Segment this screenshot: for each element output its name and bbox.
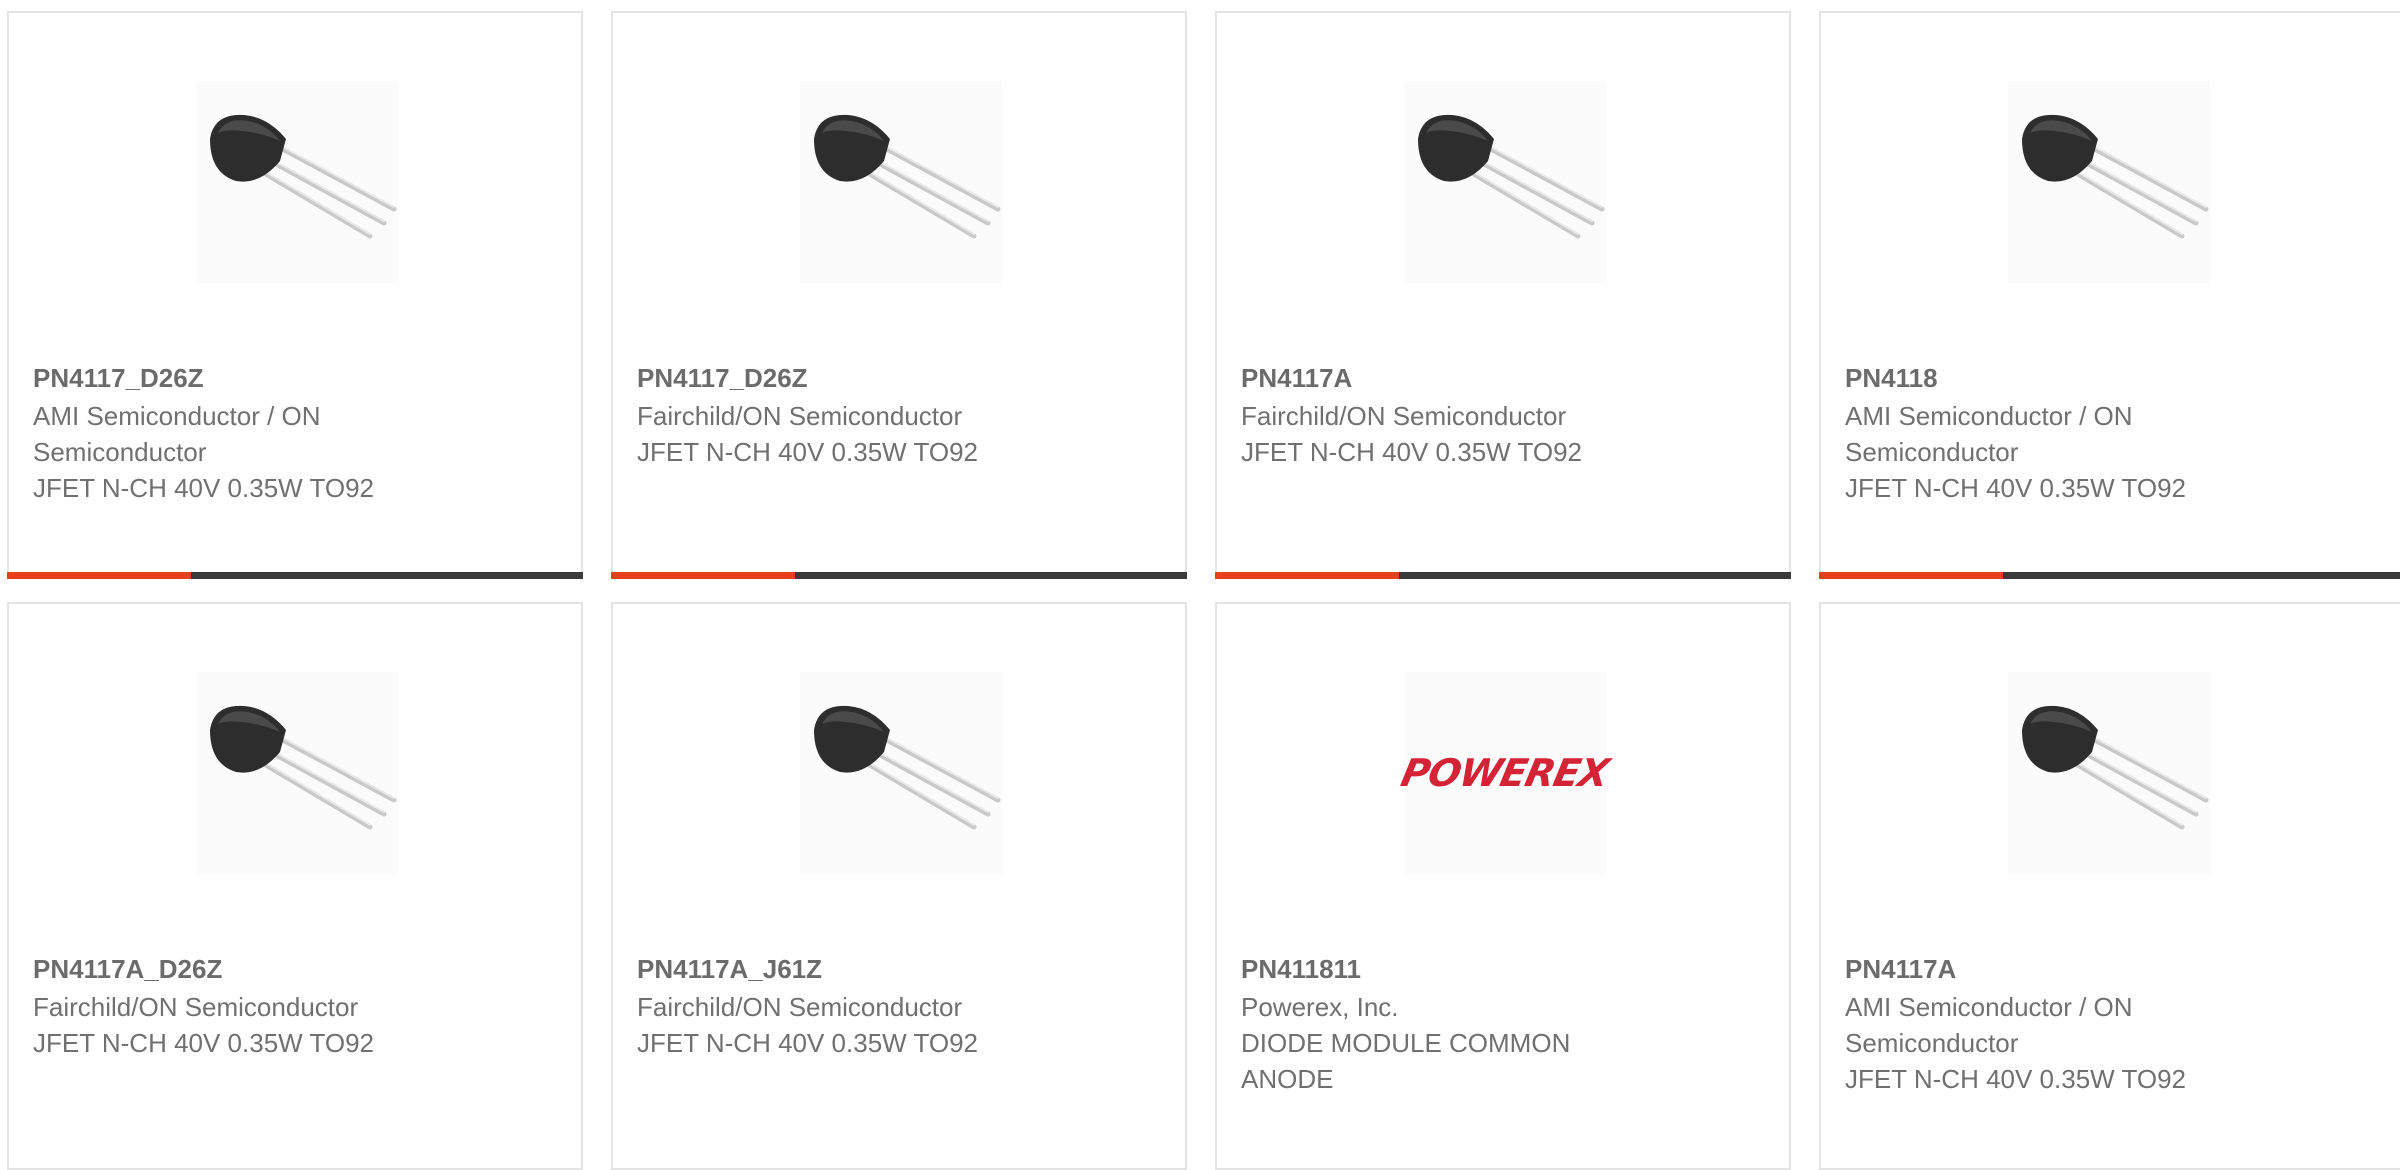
accent-segment bbox=[611, 572, 795, 579]
product-description: JFET N-CH 40V 0.35W TO92 bbox=[33, 473, 375, 503]
dark-segment bbox=[795, 572, 1187, 579]
product-description: JFET N-CH 40V 0.35W TO92 bbox=[1241, 437, 1583, 467]
product-card[interactable]: PN4117_D26Z Fairchild/ON Semiconductor J… bbox=[611, 11, 1187, 579]
manufacturer-name: AMI Semiconductor / ON Semiconductor bbox=[1845, 401, 2133, 467]
product-card[interactable]: PN4117A_D26Z Fairchild/ON Semiconductor … bbox=[7, 602, 583, 1170]
card-accent-bar bbox=[611, 572, 1187, 579]
product-description: JFET N-CH 40V 0.35W TO92 bbox=[33, 1028, 375, 1058]
dark-segment bbox=[2003, 572, 2400, 579]
transistor-to92-icon bbox=[2022, 114, 2209, 239]
product-info: PN4117A AMI Semiconductor / ON Semicondu… bbox=[1845, 951, 2235, 1097]
accent-segment bbox=[7, 572, 191, 579]
product-grid: PN4117_D26Z AMI Semiconductor / ON Semic… bbox=[0, 0, 2400, 1170]
part-number-link[interactable]: PN4117_D26Z bbox=[637, 360, 1027, 396]
manufacturer-name: Fairchild/ON Semiconductor bbox=[637, 401, 963, 431]
transistor-to92-icon bbox=[1418, 114, 1605, 239]
product-image[interactable] bbox=[196, 672, 398, 874]
manufacturer-name: Powerex, Inc. bbox=[1241, 992, 1399, 1022]
product-card[interactable]: PN4117A_J61Z Fairchild/ON Semiconductor … bbox=[611, 602, 1187, 1170]
dark-segment bbox=[191, 572, 583, 579]
accent-segment bbox=[1819, 572, 2003, 579]
accent-segment bbox=[1215, 572, 1399, 579]
dark-segment bbox=[1399, 572, 1791, 579]
product-info: PN4118 AMI Semiconductor / ON Semiconduc… bbox=[1845, 360, 2235, 506]
product-info: PN4117_D26Z AMI Semiconductor / ON Semic… bbox=[33, 360, 423, 506]
product-card[interactable]: POWEREX PN411811 Powerex, Inc. DIODE MOD… bbox=[1215, 602, 1791, 1170]
product-image[interactable] bbox=[2008, 81, 2210, 283]
product-description: JFET N-CH 40V 0.35W TO92 bbox=[637, 1028, 979, 1058]
product-image[interactable] bbox=[2008, 672, 2210, 874]
product-image[interactable] bbox=[800, 672, 1002, 874]
product-card[interactable]: PN4118 AMI Semiconductor / ON Semiconduc… bbox=[1819, 11, 2400, 579]
product-info: PN4117A_J61Z Fairchild/ON Semiconductor … bbox=[637, 951, 1027, 1061]
product-info: PN4117A Fairchild/ON Semiconductor JFET … bbox=[1241, 360, 1631, 470]
product-image[interactable] bbox=[1404, 81, 1606, 283]
part-number-link[interactable]: PN4117A bbox=[1845, 951, 2235, 987]
manufacturer-name: Fairchild/ON Semiconductor bbox=[1241, 401, 1567, 431]
powerex-logo: POWEREX bbox=[1397, 751, 1613, 795]
part-number-link[interactable]: PN4118 bbox=[1845, 360, 2235, 396]
part-number-link[interactable]: PN4117A_D26Z bbox=[33, 951, 423, 987]
product-info: PN4117_D26Z Fairchild/ON Semiconductor J… bbox=[637, 360, 1027, 470]
product-image[interactable] bbox=[196, 81, 398, 283]
product-info: PN411811 Powerex, Inc. DIODE MODULE COMM… bbox=[1241, 951, 1601, 1097]
part-number-link[interactable]: PN4117A_J61Z bbox=[637, 951, 1027, 987]
manufacturer-name: Fairchild/ON Semiconductor bbox=[33, 992, 359, 1022]
product-image[interactable] bbox=[800, 81, 1002, 283]
product-card[interactable]: PN4117_D26Z AMI Semiconductor / ON Semic… bbox=[7, 11, 583, 579]
transistor-to92-icon bbox=[2022, 705, 2209, 830]
part-number-link[interactable]: PN4117A bbox=[1241, 360, 1631, 396]
transistor-to92-icon bbox=[814, 114, 1001, 239]
card-accent-bar bbox=[1215, 572, 1791, 579]
manufacturer-name: AMI Semiconductor / ON Semiconductor bbox=[1845, 992, 2133, 1058]
product-description: JFET N-CH 40V 0.35W TO92 bbox=[1845, 473, 2187, 503]
part-number-link[interactable]: PN4117_D26Z bbox=[33, 360, 423, 396]
product-info: PN4117A_D26Z Fairchild/ON Semiconductor … bbox=[33, 951, 423, 1061]
product-description: DIODE MODULE COMMON ANODE bbox=[1241, 1028, 1571, 1094]
transistor-to92-icon bbox=[210, 705, 397, 830]
card-accent-bar bbox=[7, 572, 583, 579]
transistor-to92-icon bbox=[814, 705, 1001, 830]
product-image[interactable]: POWEREX bbox=[1398, 672, 1612, 874]
product-card[interactable]: PN4117A Fairchild/ON Semiconductor JFET … bbox=[1215, 11, 1791, 579]
transistor-to92-icon bbox=[210, 114, 397, 239]
part-number-link[interactable]: PN411811 bbox=[1241, 951, 1601, 987]
product-card[interactable]: PN4117A AMI Semiconductor / ON Semicondu… bbox=[1819, 602, 2400, 1170]
manufacturer-name: AMI Semiconductor / ON Semiconductor bbox=[33, 401, 321, 467]
product-description: JFET N-CH 40V 0.35W TO92 bbox=[1845, 1064, 2187, 1094]
manufacturer-name: Fairchild/ON Semiconductor bbox=[637, 992, 963, 1022]
product-description: JFET N-CH 40V 0.35W TO92 bbox=[637, 437, 979, 467]
card-accent-bar bbox=[1819, 572, 2400, 579]
